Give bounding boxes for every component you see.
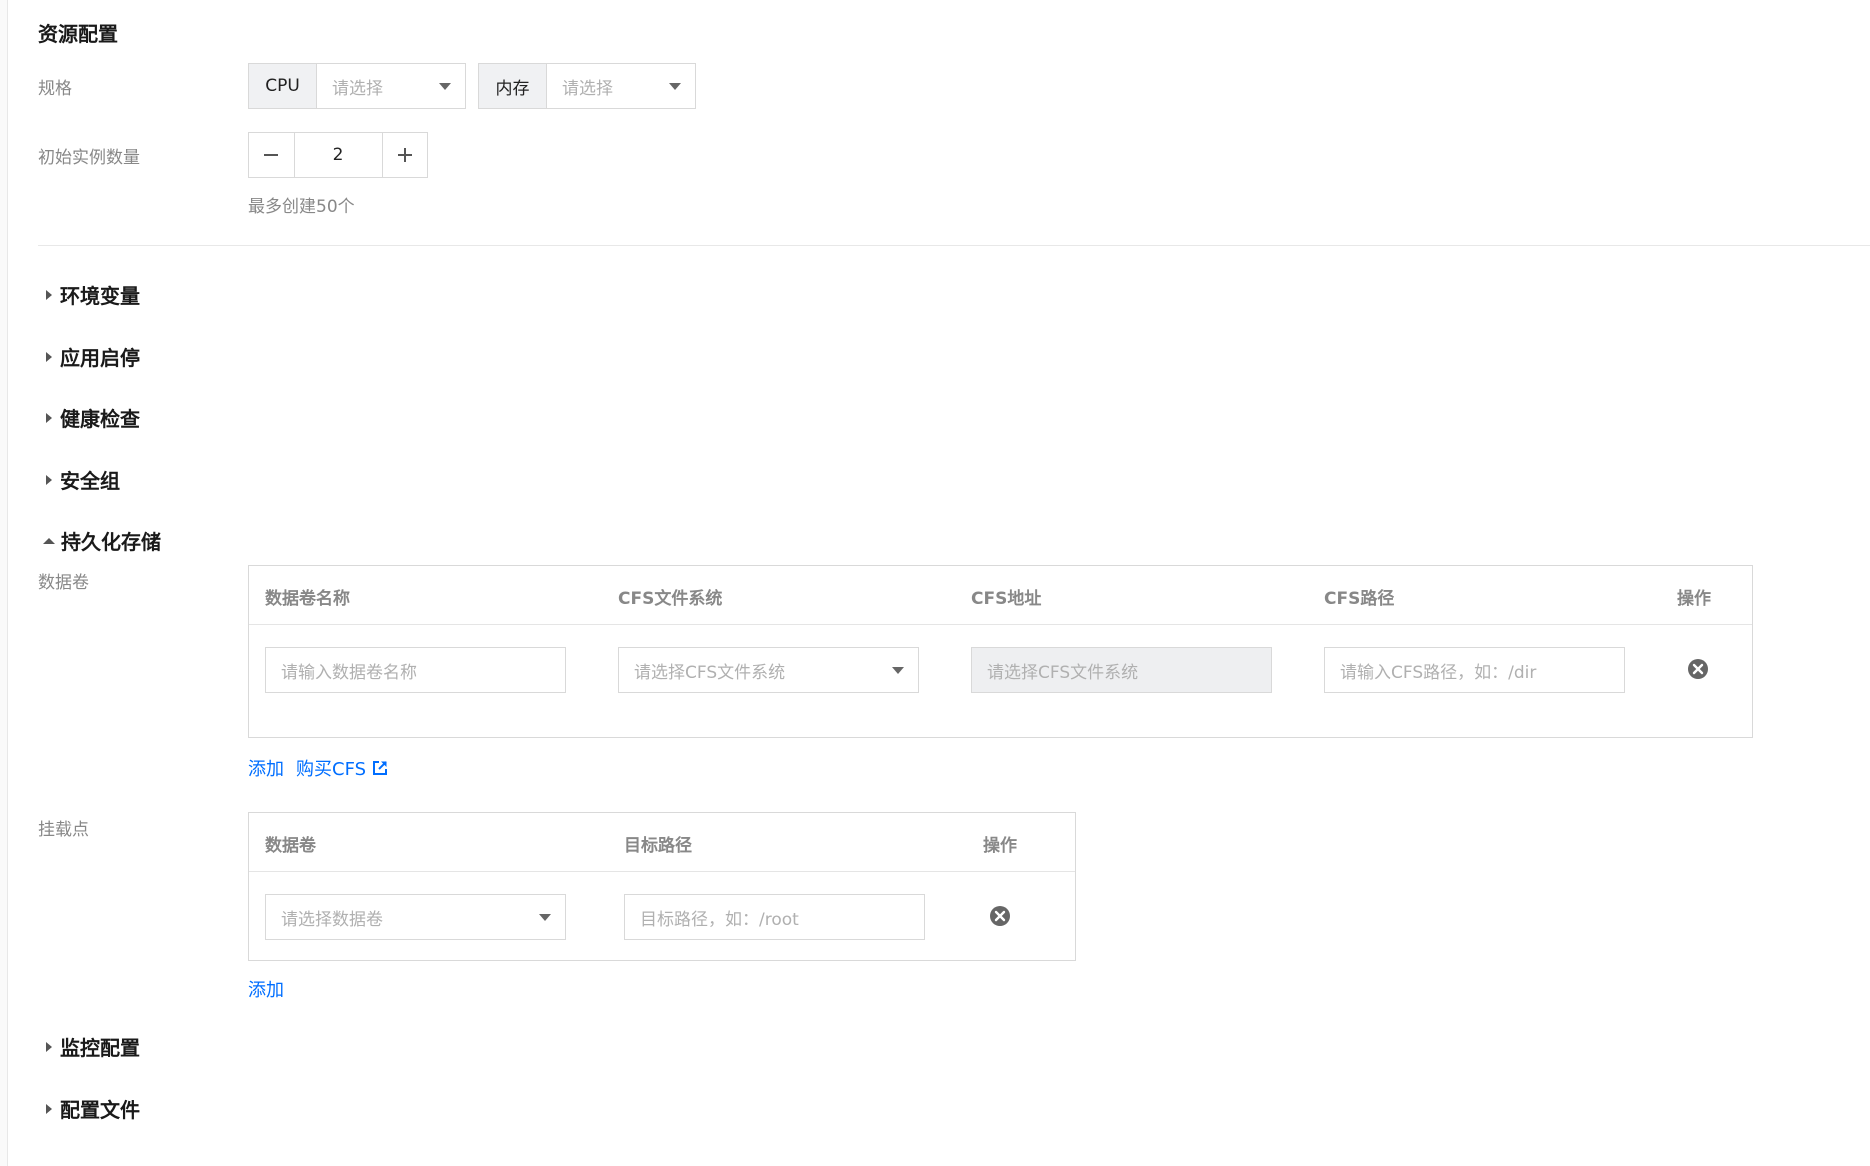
volume-actions: 添加 购买CFS bbox=[248, 755, 388, 781]
col-volume-name: 数据卷名称 bbox=[265, 589, 350, 609]
section-persistent-storage-label: 持久化存储 bbox=[61, 530, 161, 554]
memory-placeholder: 请选择 bbox=[562, 78, 613, 99]
section-health-check[interactable]: 健康检查 bbox=[46, 403, 140, 432]
section-divider bbox=[38, 245, 1870, 246]
section-monitoring[interactable]: 监控配置 bbox=[46, 1032, 140, 1061]
section-env-vars[interactable]: 环境变量 bbox=[46, 280, 140, 309]
caret-down-icon bbox=[892, 666, 904, 674]
col-cfs-path: CFS路径 bbox=[1324, 589, 1395, 609]
caret-right-icon bbox=[46, 474, 52, 485]
mount-volume-select[interactable]: 请选择数据卷 bbox=[265, 894, 566, 940]
instances-label: 初始实例数量 bbox=[38, 148, 140, 168]
caret-down-icon bbox=[669, 82, 681, 90]
memory-select-value[interactable]: 请选择 bbox=[547, 64, 695, 108]
caret-right-icon bbox=[46, 412, 52, 423]
mount-label: 挂载点 bbox=[38, 820, 89, 840]
section-persistent-storage[interactable]: 持久化存储 bbox=[43, 526, 161, 555]
section-monitoring-label: 监控配置 bbox=[60, 1036, 140, 1060]
col-actions: 操作 bbox=[1677, 589, 1711, 609]
instances-hint: 最多创建50个 bbox=[248, 197, 355, 217]
instances-value[interactable]: 2 bbox=[293, 133, 383, 177]
volume-name-input[interactable]: 请输入数据卷名称 bbox=[265, 647, 566, 693]
col-target-path: 目标路径 bbox=[624, 836, 692, 856]
remove-row-icon[interactable] bbox=[989, 905, 1011, 927]
external-link-icon bbox=[373, 761, 388, 775]
volumes-label: 数据卷 bbox=[38, 573, 89, 593]
cfs-addr-input: 请选择CFS文件系统 bbox=[971, 647, 1272, 693]
cfs-fs-placeholder: 请选择CFS文件系统 bbox=[634, 662, 786, 683]
cpu-select-value[interactable]: 请选择 bbox=[317, 64, 465, 108]
cpu-addon: CPU bbox=[249, 64, 317, 108]
cpu-select[interactable]: CPU 请选择 bbox=[248, 63, 466, 109]
memory-select[interactable]: 内存 请选择 bbox=[478, 63, 696, 109]
section-config-files[interactable]: 配置文件 bbox=[46, 1094, 140, 1123]
section-title-resource: 资源配置 bbox=[38, 22, 118, 46]
mount-volume-placeholder: 请选择数据卷 bbox=[281, 909, 383, 930]
add-volume-link[interactable]: 添加 bbox=[248, 755, 284, 781]
caret-right-icon bbox=[46, 351, 52, 362]
cfs-path-input[interactable]: 请输入CFS路径，如：/dir bbox=[1324, 647, 1625, 693]
buy-cfs-label: 购买CFS bbox=[296, 759, 367, 780]
cfs-fs-select[interactable]: 请选择CFS文件系统 bbox=[618, 647, 919, 693]
section-config-files-label: 配置文件 bbox=[60, 1098, 140, 1122]
volumes-table: 数据卷名称 CFS文件系统 CFS地址 CFS路径 操作 请输入数据卷名称 请选… bbox=[248, 565, 1753, 738]
col-cfs-addr: CFS地址 bbox=[971, 589, 1042, 609]
cfs-addr-placeholder: 请选择CFS文件系统 bbox=[987, 662, 1139, 683]
cfs-path-placeholder: 请输入CFS路径，如：/dir bbox=[1340, 662, 1537, 683]
remove-row-icon[interactable] bbox=[1687, 658, 1709, 680]
minus-icon bbox=[264, 154, 279, 156]
spec-label: 规格 bbox=[38, 79, 72, 99]
caret-down-icon bbox=[539, 913, 551, 921]
col-mount-volume: 数据卷 bbox=[265, 836, 316, 856]
section-security-group-label: 安全组 bbox=[60, 469, 120, 493]
caret-right-icon bbox=[46, 1103, 52, 1114]
target-path-input[interactable]: 目标路径，如：/root bbox=[624, 894, 925, 940]
memory-addon: 内存 bbox=[479, 64, 547, 108]
add-mount-link[interactable]: 添加 bbox=[248, 976, 284, 1002]
mount-table-header: 数据卷 目标路径 操作 bbox=[249, 813, 1075, 872]
mount-table: 数据卷 目标路径 操作 请选择数据卷 目标路径，如：/root bbox=[248, 812, 1076, 961]
caret-up-icon bbox=[43, 537, 55, 544]
caret-right-icon bbox=[46, 289, 52, 300]
cpu-placeholder: 请选择 bbox=[332, 78, 383, 99]
caret-right-icon bbox=[46, 1041, 52, 1052]
buy-cfs-link[interactable]: 购买CFS bbox=[296, 755, 388, 781]
target-path-placeholder: 目标路径，如：/root bbox=[640, 909, 799, 930]
instances-stepper[interactable]: 2 bbox=[248, 132, 428, 178]
decrement-button[interactable] bbox=[249, 133, 294, 177]
volume-name-placeholder: 请输入数据卷名称 bbox=[281, 662, 417, 683]
increment-button[interactable] bbox=[383, 133, 428, 177]
left-border bbox=[0, 0, 8, 1166]
volumes-table-header: 数据卷名称 CFS文件系统 CFS地址 CFS路径 操作 bbox=[249, 566, 1752, 625]
col-mount-actions: 操作 bbox=[983, 836, 1017, 856]
section-env-vars-label: 环境变量 bbox=[60, 284, 140, 308]
plus-icon bbox=[397, 148, 412, 162]
section-app-start-stop[interactable]: 应用启停 bbox=[46, 342, 140, 371]
section-app-start-stop-label: 应用启停 bbox=[60, 346, 140, 370]
col-cfs-fs: CFS文件系统 bbox=[618, 589, 723, 609]
section-security-group[interactable]: 安全组 bbox=[46, 465, 120, 494]
section-health-check-label: 健康检查 bbox=[60, 407, 140, 431]
caret-down-icon bbox=[439, 82, 451, 90]
